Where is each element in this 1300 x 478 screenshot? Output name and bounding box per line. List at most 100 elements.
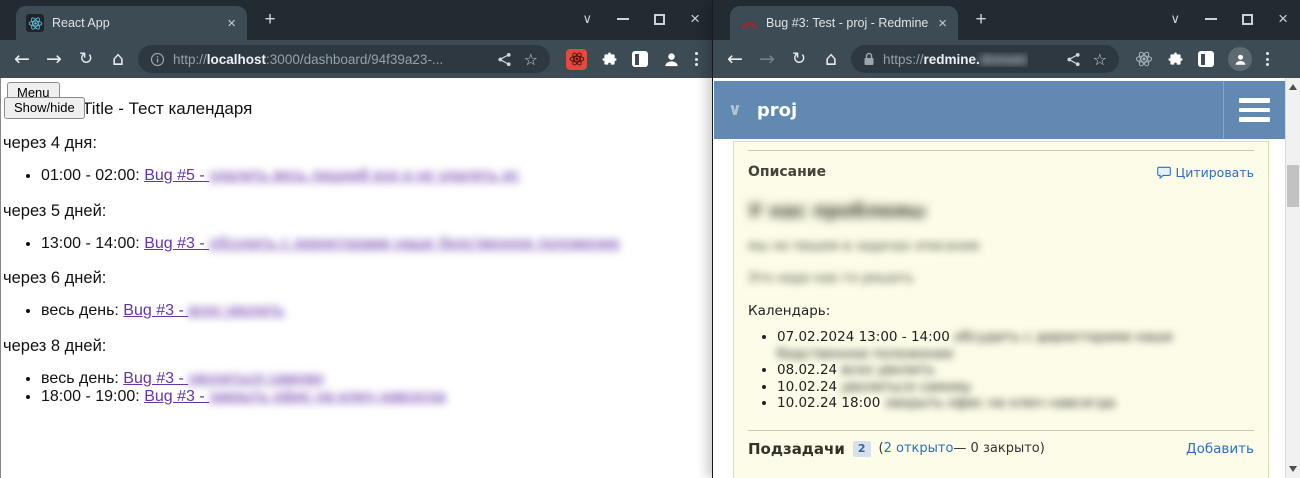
scroll-up-icon[interactable]: [1289, 84, 1297, 90]
bug-link[interactable]: Bug #3 - всех уволить: [123, 302, 284, 319]
back-icon[interactable]: ←: [723, 50, 747, 69]
new-tab-button[interactable]: +: [258, 8, 282, 32]
maximize-icon[interactable]: [1242, 14, 1253, 25]
redacted-paragraph: Это надо как-то решать: [748, 271, 1254, 286]
event-list: весь день: Bug #3 - уволиться самому 18:…: [1, 370, 712, 407]
scroll-down-icon[interactable]: [1289, 466, 1297, 472]
right-address-bar[interactable]: https://redmine.domain ☆: [851, 45, 1119, 73]
redacted-text: всех уволить: [188, 302, 284, 319]
share-icon[interactable]: [497, 52, 512, 67]
reload-icon[interactable]: ↻: [74, 50, 98, 69]
minimize-icon[interactable]: [617, 18, 629, 20]
section-header: через 8 дней:: [3, 337, 712, 356]
tab-close-icon[interactable]: ×: [935, 16, 950, 31]
screen: React App × + ∨ × ← → ↻ ⌂ http://localho…: [0, 0, 1300, 478]
close-window-icon[interactable]: ×: [1278, 12, 1288, 26]
redacted-text: удалить весь лишний код и не удалять ис: [209, 167, 519, 184]
bug-link[interactable]: Bug #5 - удалить весь лишний код и не уд…: [144, 167, 519, 184]
url-text: http://localhost:3000/dashboard/94f39a23…: [173, 52, 443, 67]
section-header: через 5 дней:: [3, 202, 712, 221]
page-scrollbar[interactable]: [1285, 78, 1300, 478]
url-text: https://redmine.domain: [883, 52, 1028, 67]
event-item: 13:00 - 14:00: Bug #3 - обсудить с дирек…: [41, 235, 712, 254]
quote-link[interactable]: Цитировать: [1157, 165, 1255, 180]
bug-link[interactable]: Bug #3 - закрыть офис на ключ навсегда: [144, 388, 446, 405]
calendar-item: 08.02.24 всех уволить: [777, 362, 1254, 379]
redacted-issue-title: У нас проблемы: [748, 200, 1254, 222]
page-title: Title - Тест календаря: [82, 99, 252, 119]
event-item: 01:00 - 02:00: Bug #5 - удалить весь лиш…: [41, 167, 712, 186]
info-icon[interactable]: [150, 52, 165, 67]
showhide-button[interactable]: Show/hide: [4, 97, 85, 119]
tab-redmine[interactable]: Bug #3: Test - proj - Redmine ×: [730, 6, 958, 40]
left-address-bar[interactable]: http://localhost:3000/dashboard/94f39a23…: [138, 45, 550, 73]
redacted-domain: domain: [980, 52, 1028, 67]
open-subtasks-link[interactable]: 2 открыто: [884, 441, 954, 456]
bug-link[interactable]: Bug #3 - обсудить с директорами наше бед…: [144, 235, 620, 252]
tab-search-icon[interactable]: ∨: [1171, 11, 1181, 27]
redmine-header: ∨ proj: [714, 81, 1285, 139]
reload-icon[interactable]: ↻: [787, 50, 811, 69]
share-icon[interactable]: [1066, 52, 1081, 67]
side-panel-icon[interactable]: [632, 51, 648, 67]
scrollbar-thumb[interactable]: [1287, 165, 1299, 207]
subtasks-row: Подзадачи 2 (2 открыто — 0 закрыто) Доба…: [748, 440, 1254, 458]
event-item: весь день: Bug #3 - всех уволить: [41, 302, 712, 321]
left-browser-window: React App × + ∨ × ← → ↻ ⌂ http://localho…: [0, 0, 712, 478]
profile-avatar-icon[interactable]: [662, 50, 681, 69]
back-icon[interactable]: ←: [10, 50, 34, 69]
subtasks-heading: Подзадачи: [748, 440, 845, 458]
browser-menu-icon[interactable]: [695, 52, 698, 66]
react-devtools-icon[interactable]: [566, 49, 587, 70]
redacted-text: уволиться самому: [188, 370, 324, 387]
divider: [748, 150, 1254, 151]
left-window-controls: ∨ ×: [583, 0, 700, 38]
maximize-icon[interactable]: [654, 14, 665, 25]
collapse-chevron-icon[interactable]: ∨: [728, 100, 742, 120]
event-list: 01:00 - 02:00: Bug #5 - удалить весь лиш…: [1, 167, 712, 186]
left-extension-icons: [558, 49, 702, 70]
left-toolbar: ← → ↻ ⌂ http://localhost:3000/dashboard/…: [0, 40, 712, 78]
calendar-item: 10.02.24 уволиться самому: [777, 379, 1254, 396]
left-tabstrip: React App × + ∨ ×: [0, 0, 712, 40]
react-app-page: Menu Show/hide Title - Тест календаря че…: [0, 78, 712, 478]
redacted-text: обсудить с директорами наше бедственное …: [209, 235, 620, 252]
forward-icon[interactable]: →: [42, 50, 66, 69]
redacted-text: закрыть офис на ключ навсегда: [885, 395, 1116, 411]
tab-search-icon[interactable]: ∨: [583, 11, 593, 27]
react-devtools-icon[interactable]: [1135, 50, 1153, 68]
add-subtask-link[interactable]: Добавить: [1186, 441, 1254, 457]
description-heading: Описание: [748, 164, 826, 180]
side-panel-icon[interactable]: [1198, 51, 1214, 67]
pill-actions: ☆: [497, 50, 538, 69]
home-icon[interactable]: ⌂: [819, 50, 843, 69]
speech-bubble-icon: [1157, 166, 1171, 179]
extensions-puzzle-icon[interactable]: [601, 51, 618, 68]
minimize-icon[interactable]: [1205, 18, 1217, 20]
event-item: 18:00 - 19:00: Bug #3 - закрыть офис на …: [41, 388, 712, 407]
issue-description-box: Описание Цитировать У нас проблемы мы не…: [733, 141, 1269, 478]
tab-title: React App: [52, 16, 218, 30]
home-icon[interactable]: ⌂: [106, 50, 130, 69]
bookmark-star-icon[interactable]: ☆: [524, 50, 538, 69]
right-extension-icons: [1127, 47, 1273, 71]
close-window-icon[interactable]: ×: [690, 12, 700, 26]
browser-menu-icon[interactable]: [1266, 52, 1269, 66]
right-toolbar: ← → ↻ ⌂ https://redmine.domain ☆: [713, 40, 1300, 78]
bookmark-star-icon[interactable]: ☆: [1093, 50, 1107, 69]
extensions-puzzle-icon[interactable]: [1167, 51, 1184, 68]
bug-link[interactable]: Bug #3 - уволиться самому: [123, 370, 324, 387]
calendar-item: 10.02.24 18:00 закрыть офис на ключ навс…: [777, 395, 1254, 412]
right-window-controls: ∨ ×: [1171, 0, 1288, 38]
redmine-favicon-icon: [740, 14, 758, 32]
redacted-paragraph: мы не пишем в задачах описание: [748, 239, 1254, 254]
tab-react-app[interactable]: React App ×: [16, 6, 247, 40]
hamburger-menu-icon[interactable]: [1239, 98, 1270, 122]
tab-close-icon[interactable]: ×: [224, 16, 239, 31]
lock-icon: [863, 52, 875, 66]
subtasks-count-badge: 2: [853, 441, 871, 457]
calendar-item: 07.02.2024 13:00 - 14:00 обсудить с дире…: [777, 329, 1254, 362]
profile-avatar-icon[interactable]: [1228, 47, 1252, 71]
new-tab-button[interactable]: +: [969, 8, 993, 32]
forward-icon[interactable]: →: [755, 50, 779, 69]
